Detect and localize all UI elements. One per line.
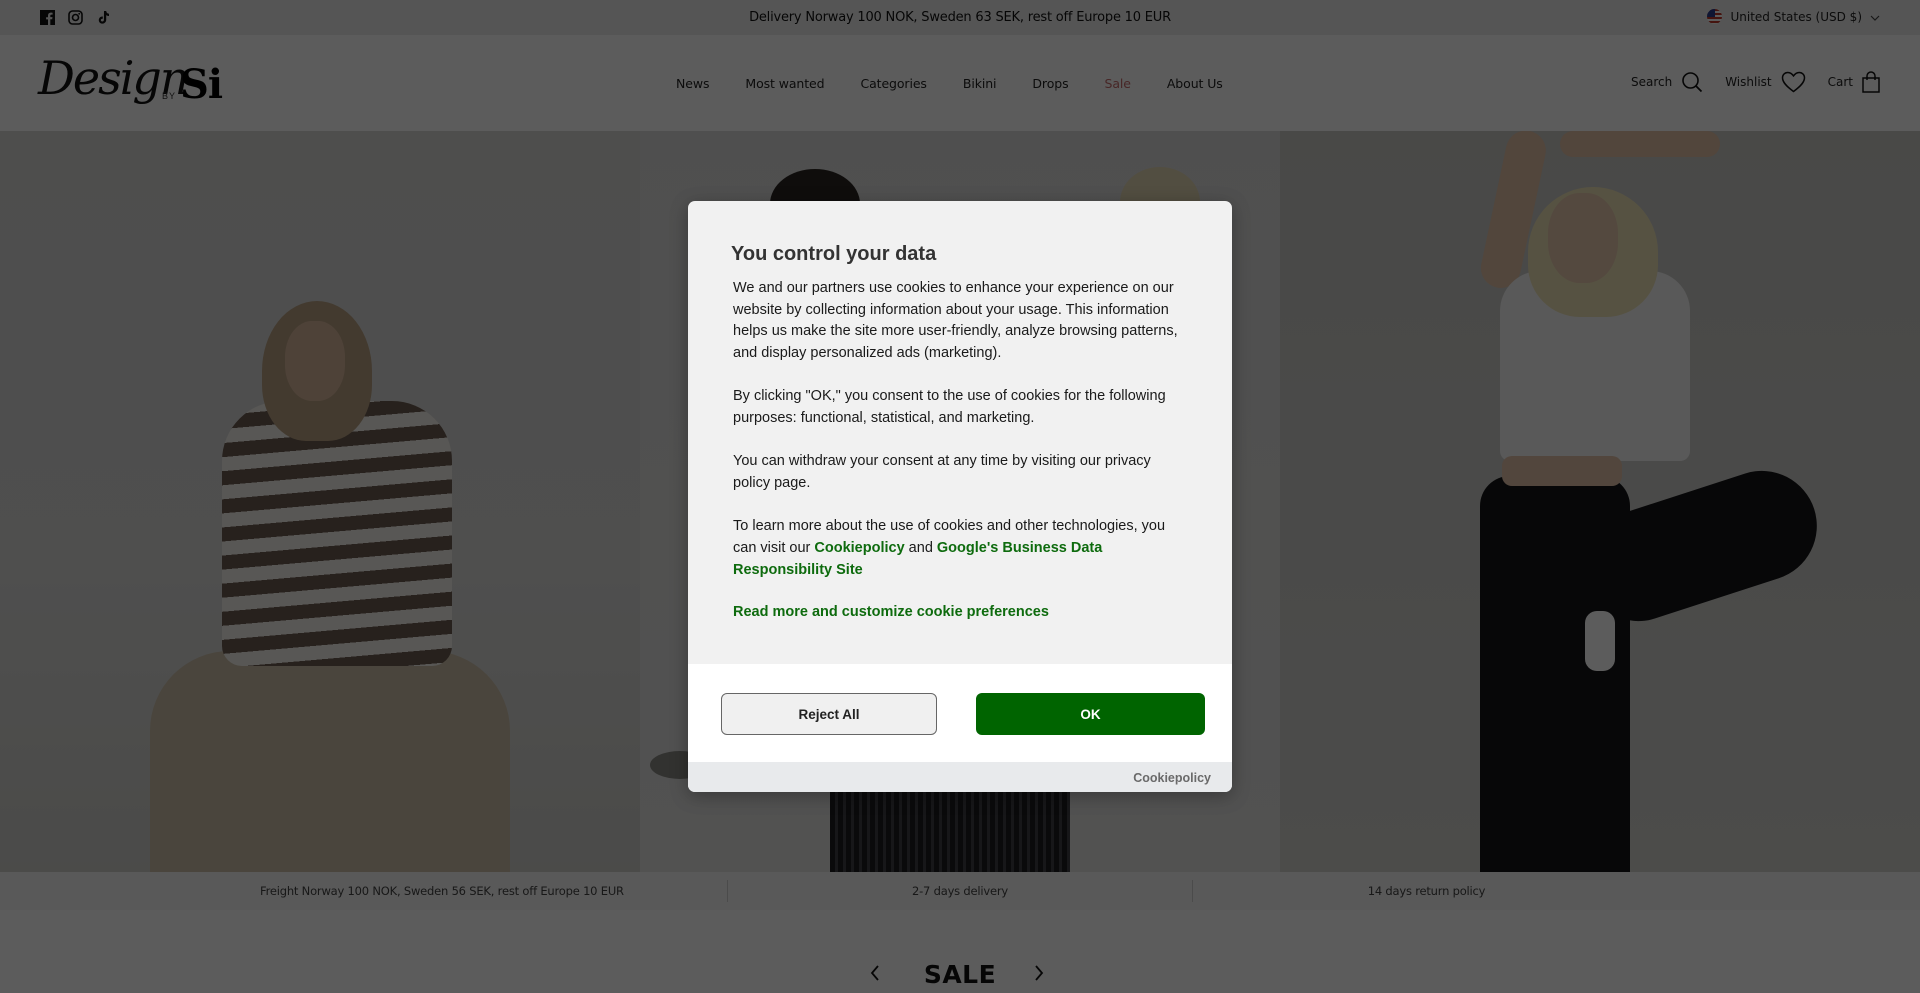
cookie-consent-dialog: You control your data We and our partner… — [688, 201, 1232, 792]
dialog-actions: Reject All OK — [688, 664, 1232, 762]
paragraph-text: and — [904, 539, 937, 556]
cookiepolicy-link[interactable]: Cookiepolicy — [814, 540, 904, 556]
customize-preferences-link[interactable]: Read more and customize cookie preferenc… — [731, 604, 1049, 620]
dialog-title: You control your data — [731, 243, 937, 265]
dialog-footer: Cookiepolicy — [688, 762, 1232, 792]
ok-button[interactable]: OK — [976, 693, 1205, 735]
dialog-paragraph: By clicking "OK," you consent to the use… — [733, 388, 1166, 427]
dialog-paragraph: You can withdraw your consent at any tim… — [733, 453, 1151, 491]
reject-all-button[interactable]: Reject All — [721, 693, 937, 735]
cookie-dialog-body: You control your data We and our partner… — [688, 201, 1232, 664]
dialog-paragraph: To learn more about the use of cookies a… — [731, 516, 1190, 581]
dialog-text: We and our partners use cookies to enhan… — [731, 278, 1190, 581]
dialog-paragraph: We and our partners use cookies to enhan… — [733, 280, 1178, 362]
footer-cookiepolicy-link[interactable]: Cookiepolicy — [1133, 771, 1211, 785]
